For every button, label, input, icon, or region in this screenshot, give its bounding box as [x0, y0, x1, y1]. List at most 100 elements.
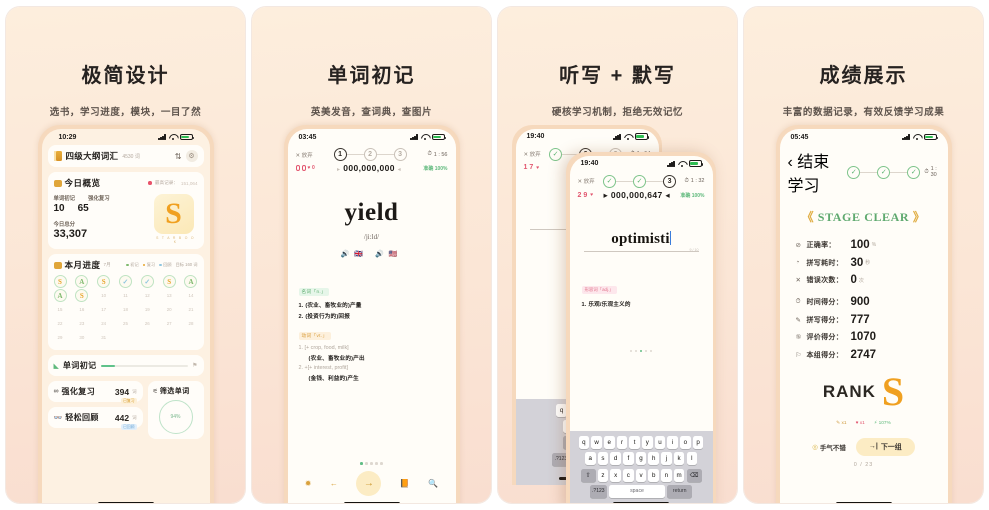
calendar-day[interactable]: 13: [163, 289, 176, 302]
module-easy-recall[interactable]: 👓 轻松回顾 442 词 已回顾: [47, 407, 143, 430]
step-1[interactable]: ✓: [549, 147, 563, 161]
clock-icon: ◔: [795, 259, 800, 266]
key-h[interactable]: h: [648, 452, 659, 466]
gear-icon[interactable]: ⚙: [185, 150, 198, 162]
key-v[interactable]: v: [635, 468, 647, 482]
calendar-day[interactable]: 30: [75, 331, 88, 344]
key-space[interactable]: space: [609, 484, 665, 498]
calendar-day[interactable]: 20: [163, 303, 176, 316]
keyboard-row-1: qwertyuiop: [573, 436, 710, 450]
step-1[interactable]: ✓: [603, 174, 617, 188]
module-first-memory[interactable]: ◣ 单词初记 ⚑: [47, 355, 204, 376]
calendar-day[interactable]: 21: [184, 303, 197, 316]
step-3[interactable]: 3: [393, 148, 407, 161]
book-icon[interactable]: 📙: [400, 479, 410, 488]
key-u[interactable]: u: [654, 436, 666, 450]
key-g[interactable]: g: [635, 452, 647, 466]
key-[interactable]: ⌫: [686, 468, 702, 482]
calendar-day[interactable]: A: [75, 275, 89, 288]
calendar-day[interactable]: A: [184, 275, 198, 288]
calendar-day[interactable]: S: [97, 275, 111, 288]
spelling-input[interactable]: optimisti: [570, 230, 713, 248]
calendar-day[interactable]: [141, 331, 154, 344]
module-recall-count: 442: [114, 412, 130, 423]
calendar-day[interactable]: S: [53, 275, 67, 288]
prev-icon[interactable]: ←: [330, 479, 338, 488]
calendar-day[interactable]: ✓: [140, 275, 154, 288]
key-t[interactable]: t: [629, 436, 640, 450]
step-2[interactable]: ✓: [877, 165, 891, 179]
calendar-day[interactable]: 31: [97, 331, 110, 344]
key-i[interactable]: i: [667, 436, 678, 450]
calendar-day[interactable]: [184, 331, 197, 344]
next-icon[interactable]: →: [356, 471, 382, 496]
key-l[interactable]: l: [686, 452, 697, 466]
module-reinforce-review[interactable]: ∞ 强化复习 394 词 已复习: [47, 381, 143, 404]
key-a[interactable]: a: [585, 452, 596, 466]
calendar-day[interactable]: A: [53, 289, 67, 302]
calendar-day[interactable]: 25: [119, 317, 132, 330]
calendar-day[interactable]: 10: [97, 289, 110, 302]
key-m[interactable]: m: [673, 468, 685, 482]
sort-icon[interactable]: ⇅: [175, 152, 182, 161]
step-2[interactable]: ✓: [633, 174, 647, 188]
book-selector-card[interactable]: 四级大纲词汇 4530 词 ⇅ ⚙: [47, 145, 204, 167]
calendar-day[interactable]: 22: [54, 317, 67, 330]
calendar-day[interactable]: 27: [163, 317, 176, 330]
calendar-day[interactable]: 23: [75, 317, 88, 330]
key-[interactable]: ⇧: [580, 468, 596, 482]
back-button[interactable]: ‹ 结束学习: [788, 148, 844, 196]
calendar-day[interactable]: [119, 331, 132, 344]
key-s[interactable]: s: [597, 452, 609, 466]
step-3[interactable]: 3: [663, 174, 677, 188]
key-n[interactable]: n: [661, 468, 672, 482]
key-e[interactable]: e: [604, 436, 615, 450]
key-p[interactable]: p: [692, 436, 704, 450]
key-d[interactable]: d: [610, 452, 621, 466]
calendar-day[interactable]: 16: [75, 303, 88, 316]
search-icon[interactable]: 🔍: [428, 479, 438, 488]
keyboard-front[interactable]: qwertyuiop asdfghjkl ⇧ z x c v b n m ⌫ .?123 spac…: [569, 431, 713, 503]
key-123[interactable]: .?123: [589, 484, 607, 498]
exit-button[interactable]: ✕ 放弃: [524, 150, 541, 158]
key-r[interactable]: r: [616, 436, 628, 450]
calendar-day[interactable]: 18: [119, 303, 132, 316]
step-1[interactable]: 1: [333, 148, 347, 161]
calendar-day[interactable]: 24: [97, 317, 110, 330]
key-x[interactable]: x: [610, 468, 621, 482]
calendar-day[interactable]: 26: [141, 317, 154, 330]
key-q[interactable]: q: [578, 436, 590, 450]
calendar-day[interactable]: ✓: [118, 275, 132, 288]
key-y[interactable]: y: [642, 436, 653, 450]
key-c[interactable]: c: [623, 468, 634, 482]
key-k[interactable]: k: [673, 452, 685, 466]
filter-words-card[interactable]: ⚟ 筛选单词 94%: [147, 381, 204, 439]
exit-button[interactable]: ✕ 放弃: [578, 177, 595, 185]
luck-button[interactable]: ◎ 手气不错: [812, 442, 846, 452]
calendar-day[interactable]: 28: [184, 317, 197, 330]
exit-button[interactable]: ✕ 放弃: [296, 151, 313, 159]
calendar-day[interactable]: [163, 331, 176, 344]
calendar-day[interactable]: S: [75, 289, 89, 302]
pronunciation-buttons[interactable]: 🔊🇬🇧 🔊🇺🇸: [288, 250, 456, 258]
key-o[interactable]: o: [680, 436, 691, 450]
calendar-day[interactable]: 29: [54, 331, 67, 344]
calendar-day[interactable]: 15: [54, 303, 67, 316]
key-j[interactable]: j: [661, 452, 672, 466]
next-group-button[interactable]: →| 下一组: [855, 437, 915, 456]
calendar-day[interactable]: 17: [97, 303, 110, 316]
key-z[interactable]: z: [597, 468, 609, 482]
key-f[interactable]: f: [623, 452, 634, 466]
key-w[interactable]: w: [591, 436, 602, 450]
key-b[interactable]: b: [648, 468, 659, 482]
step-1[interactable]: ✓: [847, 165, 861, 179]
calendar-day[interactable]: 12: [141, 289, 154, 302]
calendar-day[interactable]: S: [162, 275, 176, 288]
key-return[interactable]: return: [667, 484, 693, 498]
step-3[interactable]: ✓: [907, 165, 921, 179]
calendar-day[interactable]: 11: [119, 289, 132, 302]
sound-icon[interactable]: ✹: [305, 479, 312, 488]
step-2[interactable]: 2: [363, 148, 377, 161]
calendar-day[interactable]: 14: [184, 289, 197, 302]
calendar-day[interactable]: 19: [141, 303, 154, 316]
